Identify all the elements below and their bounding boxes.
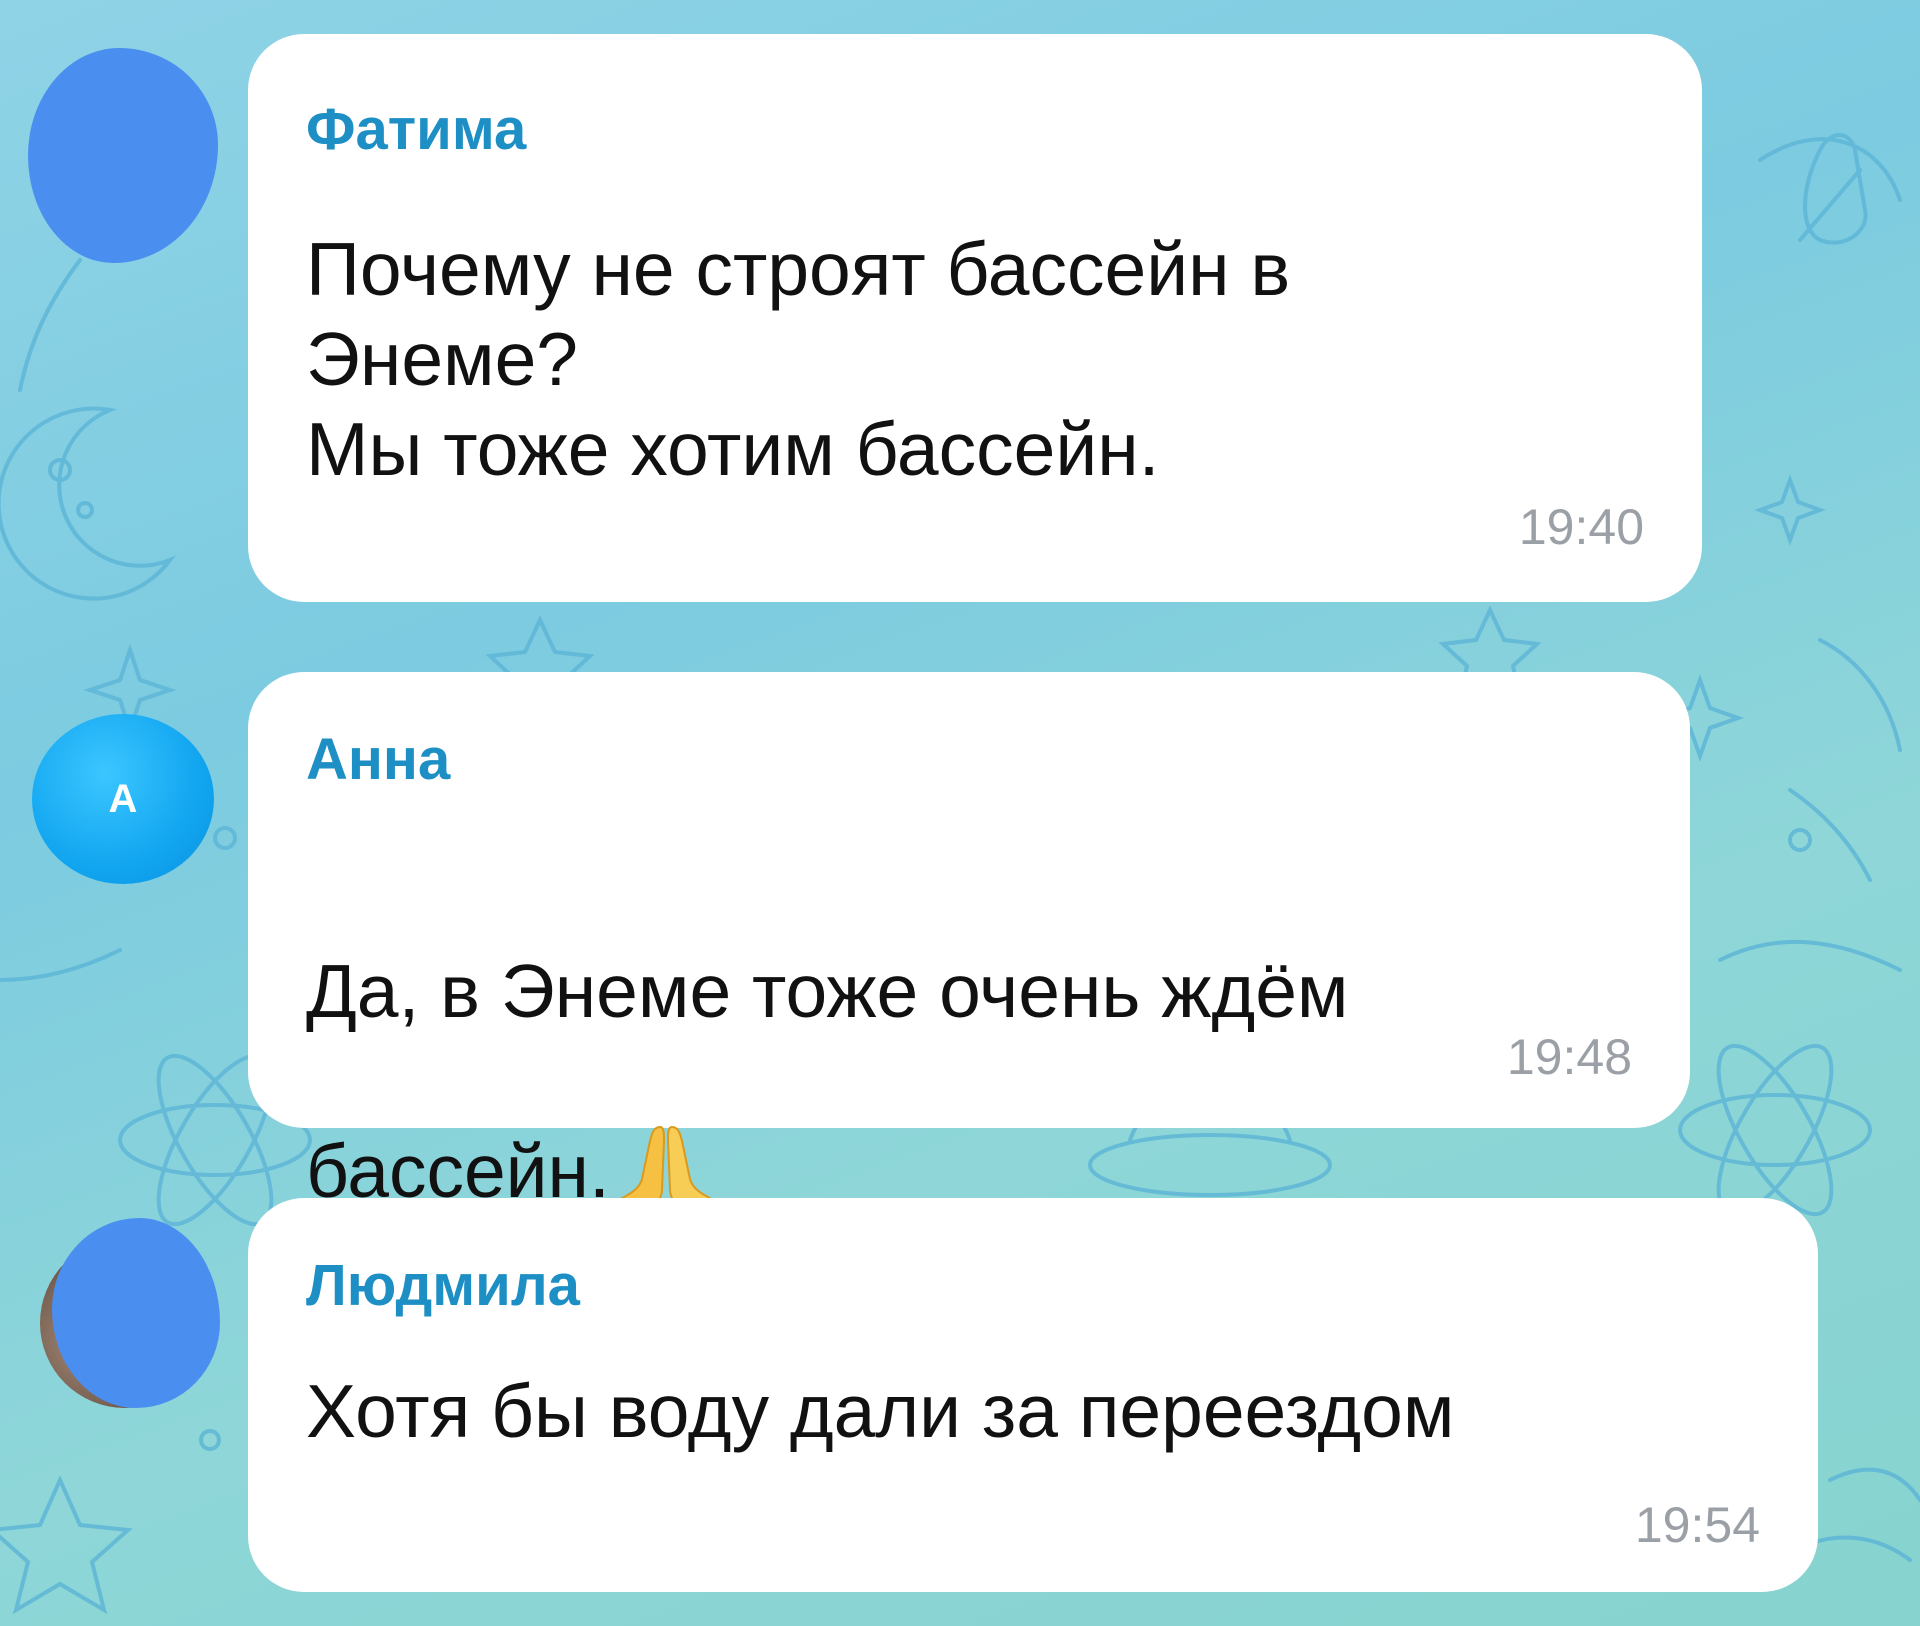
message-bubble[interactable]: Людмила Хотя бы воду дали за переездом 1…: [248, 1198, 1818, 1592]
sender-name[interactable]: Людмила: [306, 1252, 580, 1319]
message-text: Да, в Энеме тоже очень ждём бассейн.: [306, 856, 1349, 1227]
message-bubble[interactable]: Анна Да, в Энеме тоже очень ждём бассейн…: [248, 672, 1690, 1222]
message-text-line: Да, в Энеме тоже очень ждём: [306, 949, 1349, 1033]
sender-name[interactable]: Анна: [306, 726, 450, 793]
message-time: 19:48: [1506, 1029, 1632, 1085]
avatar-fatima[interactable]: [28, 48, 218, 263]
moon-doodle: [0, 406, 176, 601]
message-text: Почему не строят бассейн в Энеме? Мы тож…: [306, 227, 1291, 491]
message-time: 19:40: [1518, 499, 1644, 555]
avatar-anna[interactable]: А: [32, 714, 214, 884]
avatar-ludmila[interactable]: [52, 1218, 220, 1408]
message-bubble[interactable]: Фатима Почему не строят бассейн в Энеме?…: [248, 34, 1702, 602]
star-doodle: [0, 1475, 133, 1615]
message-time: 19:54: [1634, 1497, 1760, 1553]
message-text: Хотя бы воду дали за переездом: [306, 1369, 1455, 1453]
sender-name[interactable]: Фатима: [306, 96, 526, 163]
avatar-letter: А: [108, 776, 138, 821]
